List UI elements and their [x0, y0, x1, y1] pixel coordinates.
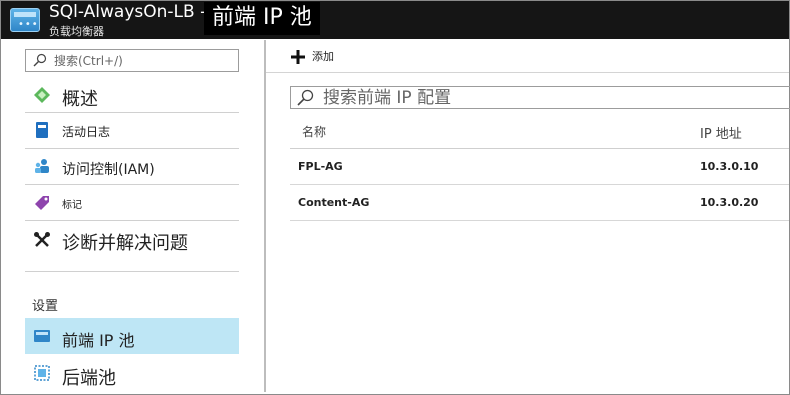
- overview-diamond-icon: [34, 87, 50, 103]
- menu-item-label: 标记: [62, 200, 82, 211]
- search-icon: [297, 89, 314, 106]
- frontend-ip-search-input[interactable]: [323, 87, 783, 108]
- blade-subtitle: 负载均衡器: [49, 25, 104, 38]
- menu-item-label: 概述: [62, 89, 98, 110]
- menu-search-input[interactable]: [54, 52, 234, 69]
- cell-ip: 10.3.0.20: [700, 196, 759, 209]
- content-pane: 添加 名称 IP 地址 FPL-AG 10.3.0.10 Content-AG …: [266, 40, 790, 392]
- section-label-settings: 设置: [32, 299, 59, 314]
- add-button-label: 添加: [312, 50, 334, 63]
- wrench-icon: [34, 232, 50, 247]
- frontend-ip-icon: [34, 330, 50, 342]
- menu-item-access-control[interactable]: 访问控制(IAM): [25, 149, 239, 185]
- menu-item-tags[interactable]: 标记: [25, 185, 239, 221]
- table-row[interactable]: Content-AG 10.3.0.20: [290, 185, 789, 221]
- page-title: 前端 IP 池: [204, 2, 320, 35]
- tag-icon: [35, 196, 49, 210]
- table-header: 名称 IP 地址: [290, 120, 789, 149]
- menu-item-label: 访问控制(IAM): [62, 162, 155, 178]
- column-header-name[interactable]: 名称: [302, 123, 326, 140]
- people-icon: [35, 159, 49, 173]
- backend-pool-icon: [34, 365, 50, 381]
- frontend-ip-search-box[interactable]: [290, 86, 790, 109]
- menu-item-backend-pool[interactable]: 后端池: [25, 358, 239, 391]
- menu-search-box[interactable]: [25, 49, 239, 72]
- blade-header: ••• SQl-AlwaysOn-LB - 负载均衡器 前端 IP 池: [1, 1, 789, 39]
- menu-item-activity-log[interactable]: 活动日志: [25, 113, 239, 149]
- table-row[interactable]: FPL-AG 10.3.0.10: [290, 149, 789, 185]
- load-balancer-icon: •••: [10, 8, 40, 32]
- menu-item-label: 前端 IP 池: [62, 331, 135, 350]
- column-header-ip[interactable]: IP 地址: [700, 123, 742, 142]
- command-bar: 添加: [266, 40, 789, 73]
- cell-name: Content-AG: [298, 196, 370, 209]
- menu-item-label: 活动日志: [62, 125, 111, 139]
- frontend-ip-table: 名称 IP 地址 FPL-AG 10.3.0.10 Content-AG 10.…: [290, 120, 789, 221]
- menu-item-frontend-ip-pool[interactable]: 前端 IP 池: [25, 318, 239, 354]
- menu-item-label: 诊断并解决问题: [62, 233, 188, 254]
- cell-name: FPL-AG: [298, 160, 343, 173]
- menu-item-diagnose[interactable]: 诊断并解决问题: [25, 221, 239, 272]
- resource-menu: 概述 活动日志 访问控制(IAM) 标记 诊断并解决问题: [1, 40, 264, 392]
- search-icon: [33, 53, 47, 67]
- plus-icon: [291, 50, 305, 64]
- menu-item-overview[interactable]: 概述: [25, 77, 239, 113]
- menu-item-label: 后端池: [62, 368, 116, 389]
- blade-title: SQl-AlwaysOn-LB -: [49, 2, 207, 22]
- activity-log-icon: [36, 122, 48, 138]
- cell-ip: 10.3.0.10: [700, 160, 759, 173]
